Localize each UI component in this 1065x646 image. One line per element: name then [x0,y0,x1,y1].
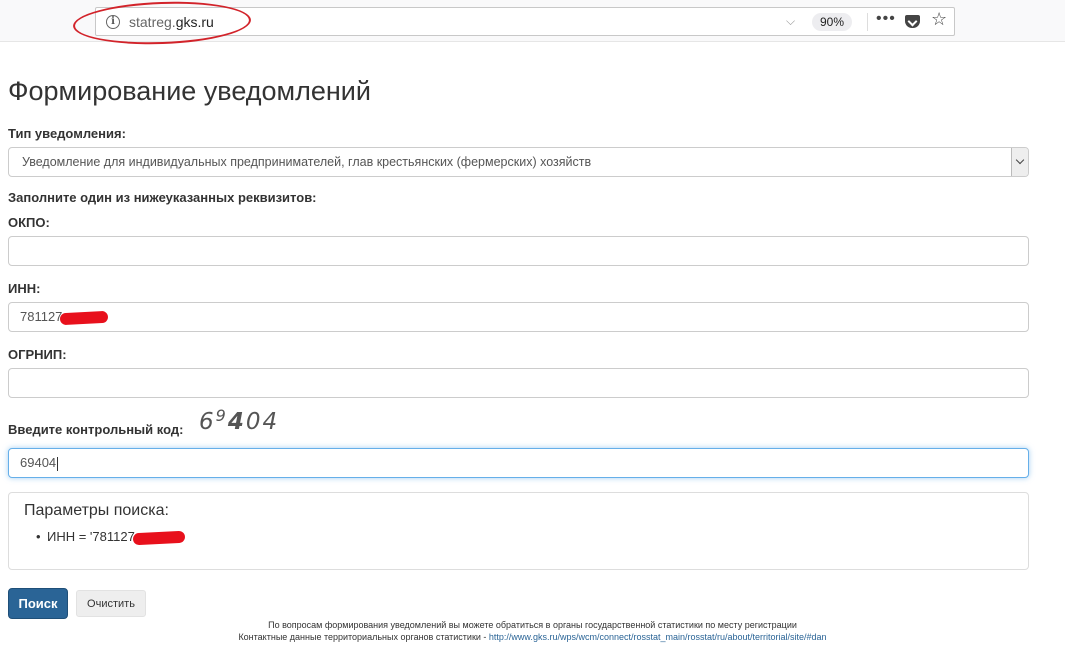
inn-input[interactable]: 781127 [8,302,1029,332]
captcha-char: 04 [245,409,280,435]
browser-toolbar: i statreg.gks.ru ⌵ 90% ••• ☆ [0,0,1065,42]
address-bar[interactable]: i statreg.gks.ru ⌵ 90% ••• ☆ [95,7,955,36]
url-domain: gks.ru [175,14,214,30]
notification-type-select[interactable]: Уведомление для индивидуальных предприни… [8,147,1029,177]
redaction-mark [60,310,109,325]
zoom-badge[interactable]: 90% [812,13,853,31]
requisites-hint: Заполните один из нижеуказанных реквизит… [8,190,317,205]
chevron-down-icon[interactable]: ⌵ [786,14,795,29]
footer-line-2: Контактные данные территориальных органо… [0,632,1065,642]
captcha-input[interactable]: 69404 [8,448,1029,478]
toolbar-divider [867,13,868,31]
search-param-text: ИНН = '781127 [47,529,135,544]
okpo-label: ОКПО: [8,215,50,230]
more-actions-icon[interactable]: ••• [876,10,896,28]
page-title: Формирование уведомлений [8,76,371,106]
search-button[interactable]: Поиск [8,588,68,619]
search-params-title: Параметры поиска: [24,502,169,519]
captcha-label: Введите контрольный код: [8,422,184,437]
search-params-panel: Параметры поиска: ИНН = '781127 [8,492,1029,570]
notification-type-value: Уведомление для индивидуальных предприни… [22,155,592,169]
captcha-char: 6 [199,409,216,435]
info-icon[interactable]: i [106,15,120,29]
captcha-char: 4 [227,409,246,435]
captcha-char: 9 [215,406,228,425]
type-label: Тип уведомления: [8,126,126,141]
inn-value: 781127 [20,309,63,324]
okpo-input[interactable] [8,236,1029,266]
search-param-item: ИНН = '781127 [36,529,186,545]
captcha-value: 69404 [20,455,57,470]
select-arrow-icon[interactable] [1011,148,1028,176]
ogrnip-input[interactable] [8,368,1029,398]
bookmark-star-icon[interactable]: ☆ [931,9,947,30]
url-prefix: statreg. [129,14,176,30]
url-text[interactable]: statreg.gks.ru [129,14,214,30]
text-cursor [57,456,59,471]
footer-contacts-prefix: Контактные данные территориальных органо… [238,632,489,642]
footer-line-1: По вопросам формирования уведомлений вы … [268,620,797,630]
pocket-icon[interactable] [905,15,920,28]
territorial-site-link[interactable]: http://www.gks.ru/wps/wcm/connect/rossta… [489,632,827,642]
clear-button[interactable]: Очистить [76,590,146,617]
ogrnip-label: ОГРНИП: [8,347,67,362]
captcha-image: 69404 [199,406,280,435]
inn-label: ИНН: [8,281,41,296]
redaction-mark [132,530,186,545]
